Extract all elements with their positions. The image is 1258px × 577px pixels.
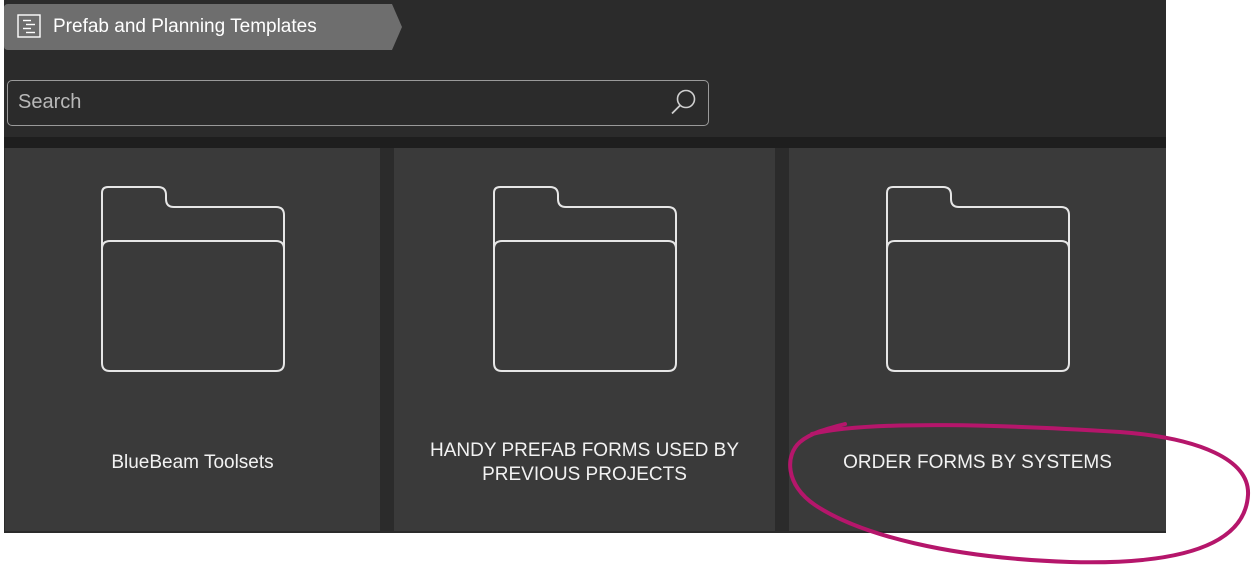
search-input[interactable] [18,81,658,124]
folder-label: BlueBeam Toolsets [111,452,274,473]
breadcrumb-label: Prefab and Planning Templates [53,16,317,37]
folder-icon [885,186,1070,372]
template-list-icon [17,14,41,38]
folder-label: ORDER FORMS BY SYSTEMS [843,452,1112,473]
folder-icon [492,186,677,372]
folder-tile-order-forms-by-systems[interactable]: ORDER FORMS BY SYSTEMS [789,148,1166,531]
section-divider [4,137,1166,148]
folder-label: HANDY PREFAB FORMS USED BY PREVIOUS PROJ… [430,440,739,485]
folder-tile-handy-prefab-forms[interactable]: HANDY PREFAB FORMS USED BY PREVIOUS PROJ… [394,148,775,531]
search-icon[interactable] [670,88,698,116]
folder-tile-bluebeam-toolsets[interactable]: BlueBeam Toolsets [5,148,380,531]
search-box[interactable] [7,80,709,126]
folder-icon [100,186,285,372]
